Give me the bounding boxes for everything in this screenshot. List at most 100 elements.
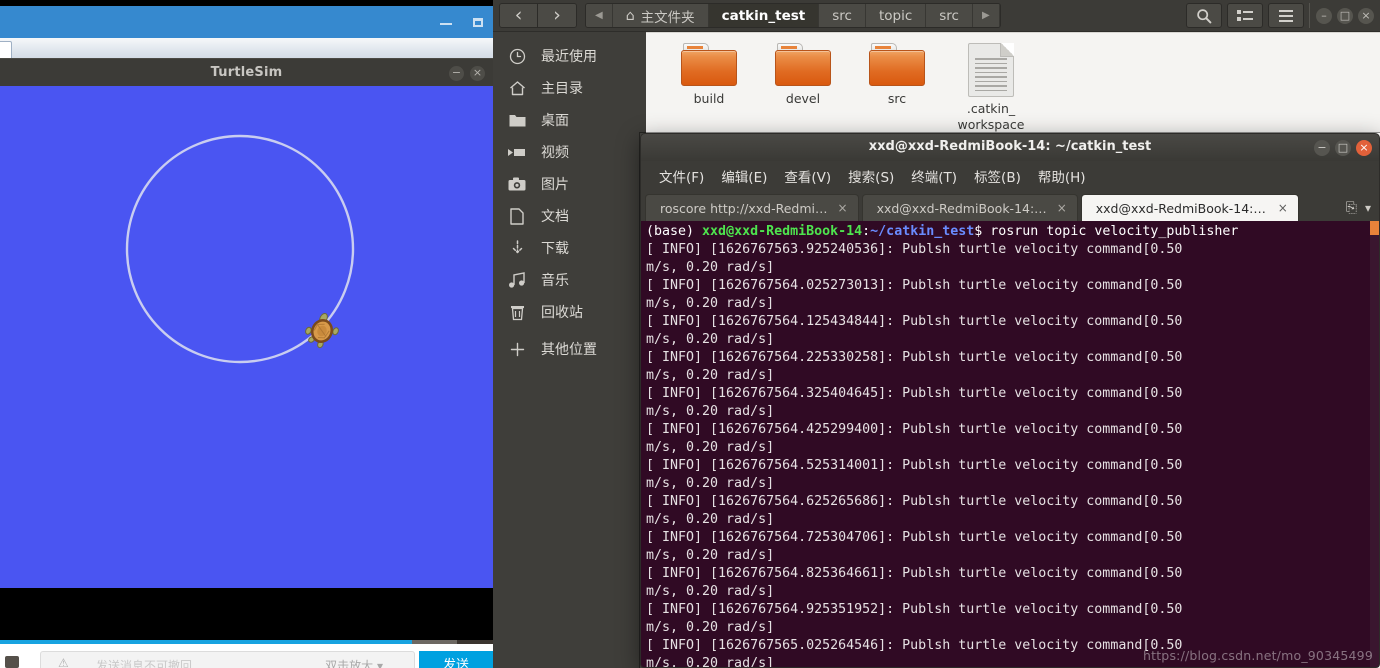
file-label: build bbox=[693, 91, 725, 106]
file-item-catkin-workspace[interactable]: .catkin_ workspace bbox=[944, 43, 1038, 132]
terminal-line: m/s, 0.20 rad/s] bbox=[646, 260, 775, 275]
file-item-build[interactable]: build bbox=[662, 43, 756, 132]
file-item-src[interactable]: src bbox=[850, 43, 944, 132]
background-window-titlebar[interactable] bbox=[0, 6, 493, 38]
desktop-left-region: TurtleSim − × ⚠ 发送消息不可撤回 双击放大 ▾ 发送 bbox=[0, 0, 493, 668]
terminal-close-button[interactable]: × bbox=[1356, 140, 1372, 156]
file-label: src bbox=[887, 91, 907, 106]
trash-icon bbox=[507, 304, 527, 321]
sidebar-item-recent[interactable]: 最近使用 bbox=[493, 40, 646, 72]
terminal-line: m/s, 0.20 rad/s] bbox=[646, 548, 775, 563]
new-tab-icon[interactable]: ⎘ bbox=[1346, 200, 1357, 216]
bottom-app-avatar bbox=[5, 656, 19, 668]
sidebar-item-videos[interactable]: 视频 bbox=[493, 136, 646, 168]
video-icon bbox=[507, 146, 527, 159]
file-manager-close-button[interactable]: × bbox=[1358, 7, 1374, 24]
terminal-line: [ INFO] [1626767564.125434844]: Publsh t… bbox=[646, 314, 1191, 329]
terminal-line: [ INFO] [1626767564.425299400]: Publsh t… bbox=[646, 422, 1191, 437]
sidebar-item-other-locations[interactable]: 其他位置 bbox=[493, 333, 646, 365]
terminal-tab-3[interactable]: xxd@xxd-RedmiBook-14: … × bbox=[1080, 194, 1299, 221]
view-list-icon bbox=[1237, 9, 1253, 21]
close-icon[interactable]: × bbox=[838, 201, 848, 215]
home-icon: ⌂ bbox=[625, 7, 635, 24]
menu-tabs[interactable]: 标签(B) bbox=[974, 166, 1021, 186]
background-maximize-icon[interactable] bbox=[471, 16, 485, 30]
tab-label: xxd@xxd-RedmiBook-14: … bbox=[1095, 200, 1268, 216]
turtlesim-title: TurtleSim bbox=[210, 65, 283, 80]
file-manager-maximize-button[interactable]: □ bbox=[1337, 7, 1353, 24]
turtlesim-canvas[interactable] bbox=[0, 86, 493, 588]
breadcrumb-scroll-left[interactable]: ◀ bbox=[586, 4, 613, 27]
terminal-maximize-button[interactable]: □ bbox=[1335, 140, 1351, 156]
sidebar-item-pictures[interactable]: 图片 bbox=[493, 168, 646, 200]
sidebar: 最近使用 主目录 桌面 视频 图片 文档 下载 音乐 回收站 其他位置 bbox=[493, 32, 646, 668]
menu-view[interactable]: 查看(V) bbox=[784, 166, 831, 186]
triangle-left-icon: ◀ bbox=[595, 10, 603, 21]
breadcrumb-item-topic[interactable]: topic bbox=[865, 4, 927, 27]
send-button[interactable]: 发送 bbox=[419, 651, 493, 668]
headerbar-spacer bbox=[1001, 0, 1186, 31]
terminal-line: [ INFO] [1626767563.925240536]: Publsh t… bbox=[646, 242, 1191, 257]
warning-icon: ⚠ bbox=[58, 656, 69, 668]
breadcrumb-item-src[interactable]: src bbox=[819, 4, 866, 27]
file-item-devel[interactable]: devel bbox=[756, 43, 850, 132]
menu-search[interactable]: 搜索(S) bbox=[848, 166, 894, 186]
turtlesim-window-buttons: − × bbox=[449, 66, 485, 81]
menu-file[interactable]: 文件(F) bbox=[659, 166, 704, 186]
terminal-tab-2[interactable]: xxd@xxd-RedmiBook-14:… × bbox=[861, 194, 1078, 221]
breadcrumb-item-home[interactable]: ⌂ 主文件夹 bbox=[612, 4, 709, 27]
menu-help[interactable]: 帮助(H) bbox=[1038, 166, 1086, 186]
terminal-tab-roscore[interactable]: roscore http://xxd-Redmi… × bbox=[645, 194, 859, 221]
terminal-line: m/s, 0.20 rad/s] bbox=[646, 584, 775, 599]
breadcrumb-scroll-right[interactable]: ▶ bbox=[972, 4, 1000, 27]
file-manager-minimize-button[interactable]: – bbox=[1316, 7, 1332, 24]
chevron-down-icon[interactable]: ▾ bbox=[1365, 201, 1371, 215]
hamburger-menu-icon bbox=[1279, 9, 1293, 22]
terminal-line: [ INFO] [1626767564.225330258]: Publsh t… bbox=[646, 350, 1191, 365]
terminal-window-buttons: − □ × bbox=[1314, 140, 1372, 156]
breadcrumb-label: src bbox=[832, 7, 852, 24]
view-options-button[interactable] bbox=[1227, 3, 1263, 28]
sidebar-item-label: 文档 bbox=[541, 209, 569, 225]
sidebar-item-downloads[interactable]: 下载 bbox=[493, 232, 646, 264]
terminal-line: [ INFO] [1626767564.825364661]: Publsh t… bbox=[646, 566, 1191, 581]
close-icon[interactable]: × bbox=[1057, 201, 1067, 215]
menu-edit[interactable]: 编辑(E) bbox=[721, 166, 767, 186]
clock-icon bbox=[507, 48, 527, 65]
download-icon bbox=[507, 239, 527, 257]
terminal-scrollbar-thumb[interactable] bbox=[1370, 221, 1379, 235]
close-icon[interactable]: × bbox=[1278, 201, 1288, 215]
menu-button[interactable] bbox=[1268, 3, 1304, 28]
terminal-minimize-button[interactable]: − bbox=[1314, 140, 1330, 156]
menu-terminal[interactable]: 终端(T) bbox=[911, 166, 957, 186]
breadcrumb-item-src-2[interactable]: src bbox=[926, 4, 973, 27]
close-icon: × bbox=[1361, 8, 1371, 22]
sidebar-item-documents[interactable]: 文档 bbox=[493, 200, 646, 232]
terminal-line: m/s, 0.20 rad/s] bbox=[646, 476, 775, 491]
turtlesim-close-button[interactable]: × bbox=[470, 66, 485, 81]
sidebar-item-music[interactable]: 音乐 bbox=[493, 264, 646, 296]
minimize-icon: − bbox=[1317, 141, 1327, 154]
terminal-title: xxd@xxd-RedmiBook-14: ~/catkin_test bbox=[868, 139, 1152, 154]
search-button[interactable] bbox=[1186, 3, 1222, 28]
turtlesim-titlebar[interactable]: TurtleSim − × bbox=[0, 58, 493, 86]
terminal-line: [ INFO] [1626767564.025273013]: Publsh t… bbox=[646, 278, 1191, 293]
breadcrumb-item-catkin-test[interactable]: catkin_test bbox=[708, 4, 820, 27]
terminal-line: m/s, 0.20 rad/s] bbox=[646, 512, 775, 527]
sidebar-item-desktop[interactable]: 桌面 bbox=[493, 104, 646, 136]
file-label: .catkin_ workspace bbox=[957, 101, 1025, 132]
forward-button[interactable]: › bbox=[538, 4, 576, 27]
terminal-screen[interactable]: (base) xxd@xxd-RedmiBook-14:~/catkin_tes… bbox=[640, 221, 1380, 668]
back-button[interactable]: ‹ bbox=[500, 4, 538, 27]
desktop-gap bbox=[0, 618, 493, 640]
breadcrumb-label: 主文件夹 bbox=[640, 9, 695, 26]
terminal-line: (base) xxd@xxd-RedmiBook-14:~/catkin_tes… bbox=[646, 224, 1239, 239]
turtle-trail bbox=[125, 134, 355, 364]
terminal-scrollbar[interactable] bbox=[1370, 221, 1379, 667]
sidebar-item-home[interactable]: 主目录 bbox=[493, 72, 646, 104]
sidebar-item-trash[interactable]: 回收站 bbox=[493, 296, 646, 328]
background-minimize-icon[interactable] bbox=[439, 16, 453, 30]
terminal-titlebar[interactable]: xxd@xxd-RedmiBook-14: ~/catkin_test − □ … bbox=[640, 133, 1380, 161]
turtlesim-minimize-button[interactable]: − bbox=[449, 66, 464, 81]
sidebar-item-label: 最近使用 bbox=[541, 49, 597, 65]
